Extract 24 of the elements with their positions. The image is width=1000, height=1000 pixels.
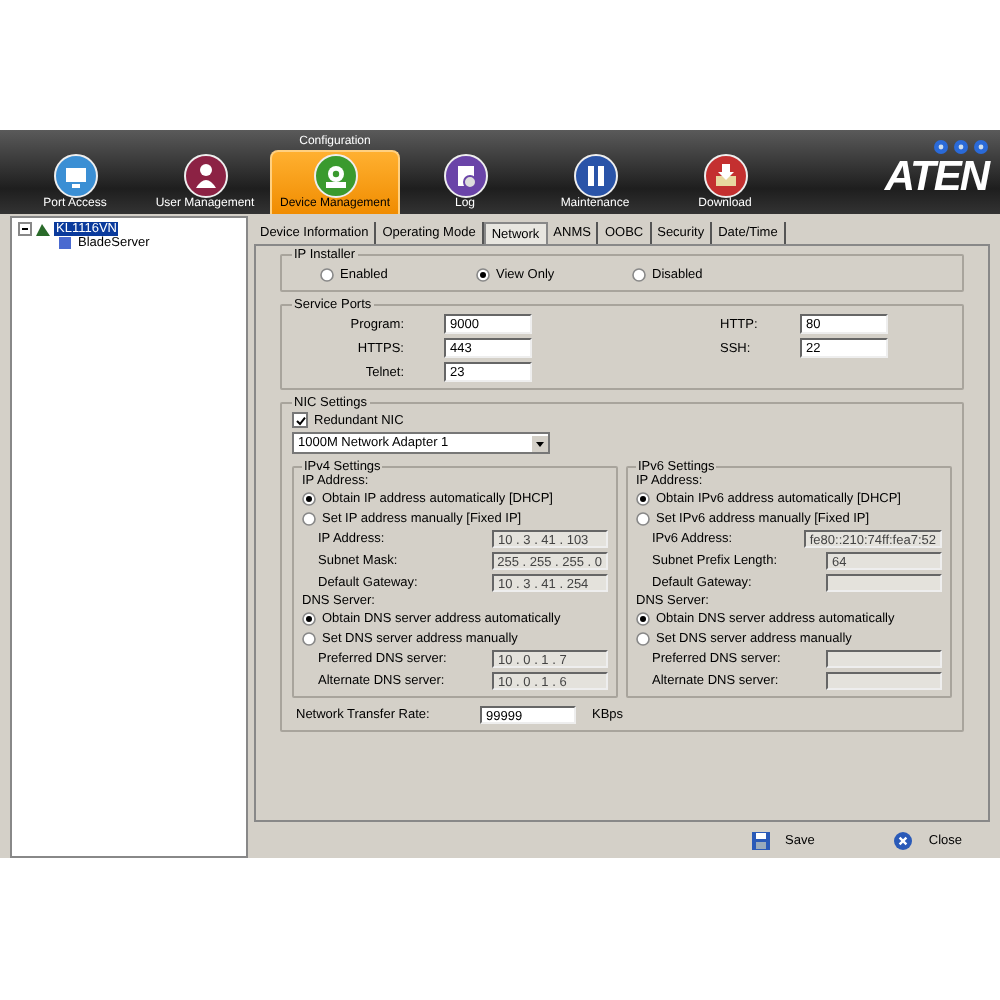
close-icon (894, 831, 913, 849)
logo: ATEN (884, 154, 988, 202)
check-icon (295, 415, 305, 425)
radio-button[interactable] (302, 611, 316, 625)
download-icon (703, 154, 747, 198)
collapse-icon[interactable] (18, 222, 32, 236)
document-icon (443, 154, 487, 198)
radio-button[interactable] (302, 511, 316, 525)
caret-icon (532, 435, 548, 451)
radio-button[interactable] (632, 267, 646, 281)
floppy-icon (751, 831, 770, 849)
radio-button[interactable] (636, 491, 650, 505)
monitor-icon (53, 154, 97, 198)
radio-button[interactable] (302, 631, 316, 645)
radio-button[interactable] (636, 631, 650, 645)
radio-button[interactable] (320, 267, 334, 281)
blade-icon (58, 236, 72, 250)
radio-button[interactable] (476, 267, 490, 281)
radio-button[interactable] (636, 511, 650, 525)
radio-button[interactable] (636, 611, 650, 625)
server-icon (36, 222, 50, 236)
radio-button[interactable] (302, 491, 316, 505)
person-icon (183, 154, 227, 198)
checkbox[interactable] (292, 412, 308, 428)
